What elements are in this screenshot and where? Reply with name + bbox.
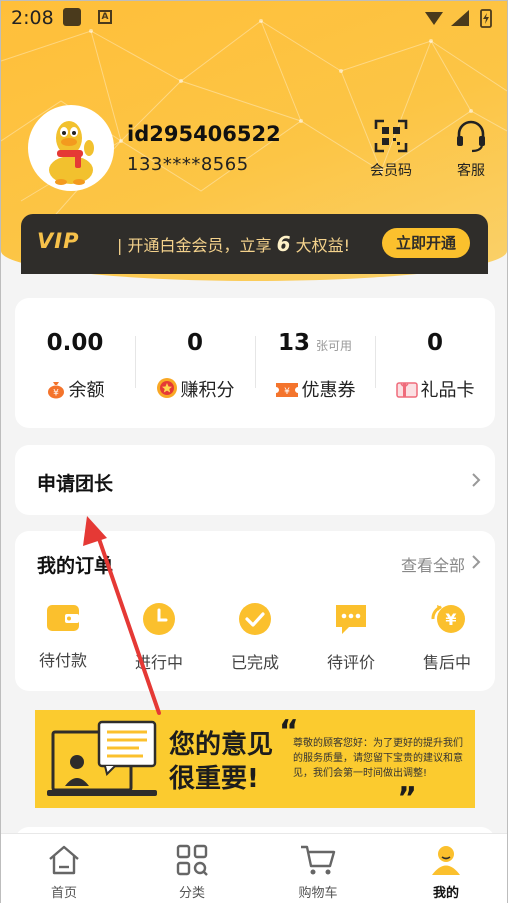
view-all-orders-link[interactable]: 查看全部 (401, 552, 465, 576)
coupons-stat[interactable]: 13 张可用 ¥ 优惠券 (255, 298, 375, 428)
order-pending-review[interactable]: 待评价 (303, 601, 399, 673)
wifi-icon (425, 12, 443, 25)
status-bar: 2:08 A (1, 1, 507, 35)
coupon-icon: ¥ (275, 383, 298, 397)
tab-home[interactable]: 首页 (19, 844, 109, 901)
cart-icon (301, 845, 336, 875)
balance-label-row: ¥ 余额 (15, 376, 135, 402)
points-label: 赚积分 (180, 380, 235, 401)
order-status-label: 售后中 (422, 653, 471, 672)
order-status-label: 进行中 (134, 653, 183, 672)
gift-card-label-row: 礼品卡 (375, 376, 495, 402)
category-grid-icon (176, 844, 208, 876)
tab-category[interactable]: 分类 (147, 844, 237, 901)
vip-promo-prefix: | 开通白金会员，立享 (117, 236, 272, 255)
order-status-label: 已完成 (230, 653, 279, 672)
profile-icon (432, 846, 460, 875)
tab-mine[interactable]: 我的 (401, 844, 491, 901)
tab-label: 我的 (432, 886, 459, 901)
qr-code-icon (374, 119, 408, 153)
points-value: 0 (186, 330, 203, 356)
order-in-progress[interactable]: 进行中 (111, 601, 207, 673)
open-vip-button[interactable]: 立即开通 (382, 228, 470, 258)
tab-label: 首页 (50, 886, 77, 901)
my-orders-title: 我的订单 (37, 555, 114, 577)
tab-cart[interactable]: 购物车 (273, 844, 363, 901)
feedback-description: 尊敬的顾客您好：为了更好的提升我们的服务质量，请您留下宝贵的建议和意见，我们会第… (293, 738, 463, 779)
close-quote-icon: ” (397, 781, 417, 808)
gift-card-stat[interactable]: 0 礼品卡 (375, 298, 495, 428)
notification-app-icon (63, 8, 81, 26)
order-status-label: 待付款 (38, 651, 87, 670)
check-circle-icon (239, 603, 271, 635)
gift-card-icon (395, 382, 418, 398)
order-after-sales[interactable]: ¥ 售后中 (399, 601, 495, 673)
home-icon (49, 845, 79, 875)
points-stat[interactable]: 0 赚积分 (135, 298, 255, 428)
member-code-label: 会员码 (370, 163, 412, 179)
chevron-right-icon (472, 555, 481, 569)
gift-card-label: 礼品卡 (420, 380, 475, 401)
wallet-icon (47, 605, 79, 631)
coupons-count: 13 (277, 330, 310, 356)
headset-icon (457, 120, 485, 153)
customer-service-label: 客服 (457, 163, 485, 179)
vip-banner[interactable]: VIP | 开通白金会员，立享 6 大权益! 立即开通 (21, 214, 488, 274)
coupons-value: 13 张可用 (255, 330, 375, 356)
bottom-tab-bar: 首页 分类 购物车 我的 (1, 833, 507, 903)
balance-label: 余额 (68, 380, 105, 401)
points-medal-icon (156, 378, 177, 398)
feedback-title-line2: 很重要! (169, 764, 259, 794)
order-status-label: 待评价 (326, 653, 375, 672)
gift-card-value: 0 (426, 330, 443, 356)
customer-service-button[interactable]: 客服 (441, 119, 501, 180)
vip-promo-suffix: 大权益! (295, 236, 351, 255)
apply-group-leader-label: 申请团长 (37, 473, 114, 495)
duck-mascot-icon (49, 121, 94, 185)
money-bag-icon: ¥ (47, 382, 64, 399)
balance-stat[interactable]: 0.00 ¥ 余额 (15, 298, 135, 428)
avatar[interactable] (28, 105, 114, 191)
feedback-title-line1: 您的意见 (169, 730, 274, 760)
status-icons (425, 9, 492, 28)
refund-icon: ¥ (431, 605, 465, 633)
comment-icon (336, 605, 366, 634)
apply-group-leader-row[interactable]: 申请团长 (15, 445, 495, 515)
svg-text:¥: ¥ (284, 387, 290, 397)
svg-text:¥: ¥ (445, 610, 456, 629)
coupons-label-row: ¥ 优惠券 (255, 376, 375, 402)
vip-benefit-count: 6 (276, 232, 291, 256)
assets-card: 0.00 ¥ 余额 0 赚积分 13 张可用 ¥ 优惠券 0 礼品卡 (15, 298, 495, 428)
points-label-row: 赚积分 (135, 376, 255, 402)
my-orders-card: 我的订单 查看全部 待付款 进行中 已完成 待评价 ¥ 售后中 (15, 531, 495, 691)
member-code-button[interactable]: 会员码 (361, 119, 421, 180)
order-pending-payment[interactable]: 待付款 (15, 601, 111, 671)
clock-icon (143, 603, 175, 635)
tab-label: 分类 (178, 886, 205, 901)
order-completed[interactable]: 已完成 (207, 601, 303, 673)
feedback-banner[interactable]: 您的意见 很重要! “ 尊敬的顾客您好：为了更好的提升我们的服务质量，请您留下宝… (35, 710, 475, 808)
user-phone: 133****8565 (127, 154, 249, 175)
vip-promo-text: | 开通白金会员，立享 6 大权益! (117, 232, 350, 256)
balance-value: 0.00 (46, 330, 104, 356)
chevron-right-icon (472, 473, 481, 487)
feedback-laptop-illustration (47, 720, 157, 796)
svg-text:¥: ¥ (53, 389, 59, 399)
status-time: 2:08 (11, 7, 54, 29)
coupons-label: 优惠券 (301, 380, 356, 401)
signal-icon (451, 10, 469, 26)
feedback-title: 您的意见 很重要! (169, 728, 273, 796)
user-id: id295406522 (127, 122, 281, 146)
vip-logo: VIP (37, 229, 80, 253)
tab-label: 购物车 (298, 886, 338, 901)
coupons-available-label: 张可用 (316, 339, 353, 353)
notification-a-icon: A (98, 10, 112, 24)
